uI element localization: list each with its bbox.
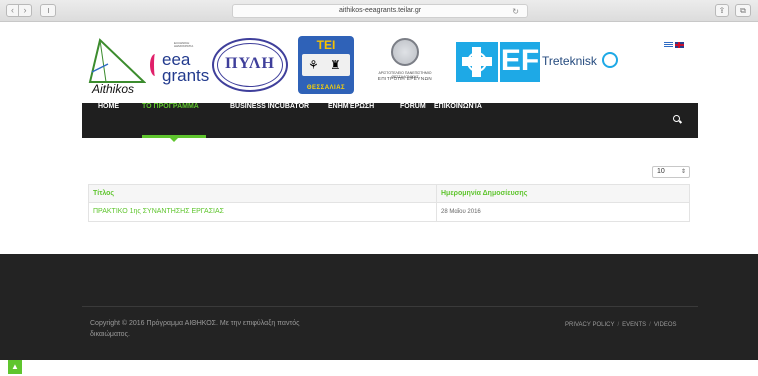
sidebar-toggle-icon[interactable] xyxy=(40,4,56,17)
seal-icon xyxy=(391,38,419,66)
privacy-policy-link[interactable]: PRIVACY POLICY xyxy=(565,322,614,328)
document-date: 28 Μαΐου 2016 xyxy=(441,209,481,215)
document-title-link[interactable]: ΠΡΑΚΤΙΚΟ 1ης ΣΥΝΑΝΤΗΣΗΣ ΕΡΓΑΣΙΑΣ xyxy=(89,203,437,221)
aithikos-logo-text: Aithikos xyxy=(92,82,135,96)
page-size-select[interactable]: 10 ⇕ xyxy=(652,166,690,178)
events-link[interactable]: EVENTS xyxy=(622,322,646,328)
copyright-text: Copyright © 2016 Πρόγραμμα ΑΙΘΗΚΟΣ. Με τ… xyxy=(90,320,300,338)
tei-title: ΤΕΙ xyxy=(316,38,336,52)
tei-figure-icon: ♜ xyxy=(330,58,341,72)
url-text: aithikos-eeagrants.teilar.gr xyxy=(338,7,422,14)
treteknisk-logo[interactable]: Treteknisk xyxy=(542,48,622,72)
history-buttons: ‹ › xyxy=(6,4,32,17)
select-arrows-icon: ⇕ xyxy=(680,169,686,175)
nav-contact[interactable]: ΕΠΙΚΟΙΝΩΝΊΑ xyxy=(434,103,482,138)
nav-forum[interactable]: FORUM xyxy=(400,103,426,138)
footer: Copyright © 2016 Πρόγραμμα ΑΙΘΗΚΟΣ. Με τ… xyxy=(0,254,758,360)
tabs-overview-button[interactable]: ⧉ xyxy=(735,4,751,17)
eea-mark-icon xyxy=(150,54,160,76)
reload-icon[interactable]: ↻ xyxy=(512,6,519,18)
main-navigation: HOME ΤΟ ΠΡΟΓΡΑΜΜΑ BUSINESS INCUBATOR ΕΝΗ… xyxy=(82,103,698,142)
nav-business-incubator[interactable]: BUSINESS INCUBATOR xyxy=(230,103,309,138)
tei-thessalias-logo[interactable]: ΤΕΙ ⚘ ♜ ΘΕΣΣΑΛΙΑΣ xyxy=(298,36,354,94)
language-switcher xyxy=(664,42,684,48)
forward-button[interactable]: › xyxy=(19,4,32,17)
eea-grants-text: eea grants xyxy=(162,50,210,85)
greek-emblem-logo[interactable] xyxy=(456,42,498,82)
tei-subtitle: ΘΕΣΣΑΛΙΑΣ xyxy=(306,85,346,91)
auth-research-committee-logo[interactable]: ΑΡΙΣΤΟΤΕΛΕΙΟ ΠΑΝΕΠΙΣΤΗΜΙΟ ΘΕΣΣΑΛΟΝΙΚΗΣ Ε… xyxy=(372,38,438,94)
pylh-text: ΠΥΛΗ xyxy=(225,55,275,72)
footer-separator: / xyxy=(617,322,620,328)
treteknisk-text: Treteknisk xyxy=(542,54,597,68)
ef-logo-text: EF xyxy=(500,44,540,77)
search-icon[interactable] xyxy=(673,115,683,124)
eea-grants-logo[interactable]: ΕΛΛΗΝΙΚΗ ΔΗΜΟΚΡΑΤΙΑ eea grants xyxy=(148,40,210,92)
footer-separator: / xyxy=(649,322,651,328)
greek-flag-icon[interactable] xyxy=(664,42,673,48)
eea-small-text: ΕΛΛΗΝΙΚΗ ΔΗΜΟΚΡΑΤΙΑ xyxy=(174,41,194,48)
footer-links: PRIVACY POLICY / EVENTS / VIDEOS xyxy=(565,322,677,328)
active-tab-caret-icon xyxy=(170,138,178,142)
address-bar[interactable]: aithikos-eeagrants.teilar.gr ↻ xyxy=(232,4,528,18)
scroll-to-top-button[interactable]: ▲ xyxy=(8,360,22,374)
aithikos-triangle-icon xyxy=(88,38,147,83)
treteknisk-mark-icon xyxy=(602,52,618,68)
english-flag-icon[interactable] xyxy=(675,42,684,48)
page-size-value: 10 xyxy=(657,168,665,175)
nav-program[interactable]: ΤΟ ΠΡΟΓΡΑΜΜΑ xyxy=(142,103,199,138)
nav-news[interactable]: ΕΝΗΜΈΡΩΣΗ xyxy=(328,103,374,138)
tei-figure-icon: ⚘ xyxy=(308,58,319,72)
aithikos-logo[interactable]: Aithikos xyxy=(86,38,147,96)
column-header-date[interactable]: Ημερομηνία Δημοσίευσης xyxy=(437,185,689,202)
table-row: ΠΡΑΚΤΙΚΟ 1ης ΣΥΝΑΝΤΗΣΗΣ ΕΡΓΑΣΙΑΣ 28 Μαΐο… xyxy=(89,203,689,221)
pylh-logo[interactable]: ΠΥΛΗ xyxy=(212,38,288,94)
greek-cross-icon xyxy=(467,52,487,72)
nav-home[interactable]: HOME xyxy=(98,103,119,138)
back-button[interactable]: ‹ xyxy=(6,4,19,17)
ef-logo[interactable]: EF xyxy=(500,42,540,82)
column-header-title[interactable]: Τίτλος xyxy=(89,185,437,202)
seal-line-2: ΕΠΙΤΡΟΠΗ ΕΡΕΥΝΩΝ xyxy=(377,76,433,81)
share-button[interactable]: ⇪ xyxy=(715,4,729,17)
footer-divider xyxy=(82,306,698,307)
documents-table: Τίτλος Ημερομηνία Δημοσίευσης ΠΡΑΚΤΙΚΟ 1… xyxy=(88,184,690,222)
table-header-row: Τίτλος Ημερομηνία Δημοσίευσης xyxy=(89,185,689,203)
browser-toolbar: ‹ › aithikos-eeagrants.teilar.gr ↻ ⇪ ⧉ xyxy=(0,0,758,22)
partner-logos: Aithikos ΕΛΛΗΝΙΚΗ ΔΗΜΟΚΡΑΤΙΑ eea grants … xyxy=(82,30,698,100)
videos-link[interactable]: VIDEOS xyxy=(654,322,677,328)
